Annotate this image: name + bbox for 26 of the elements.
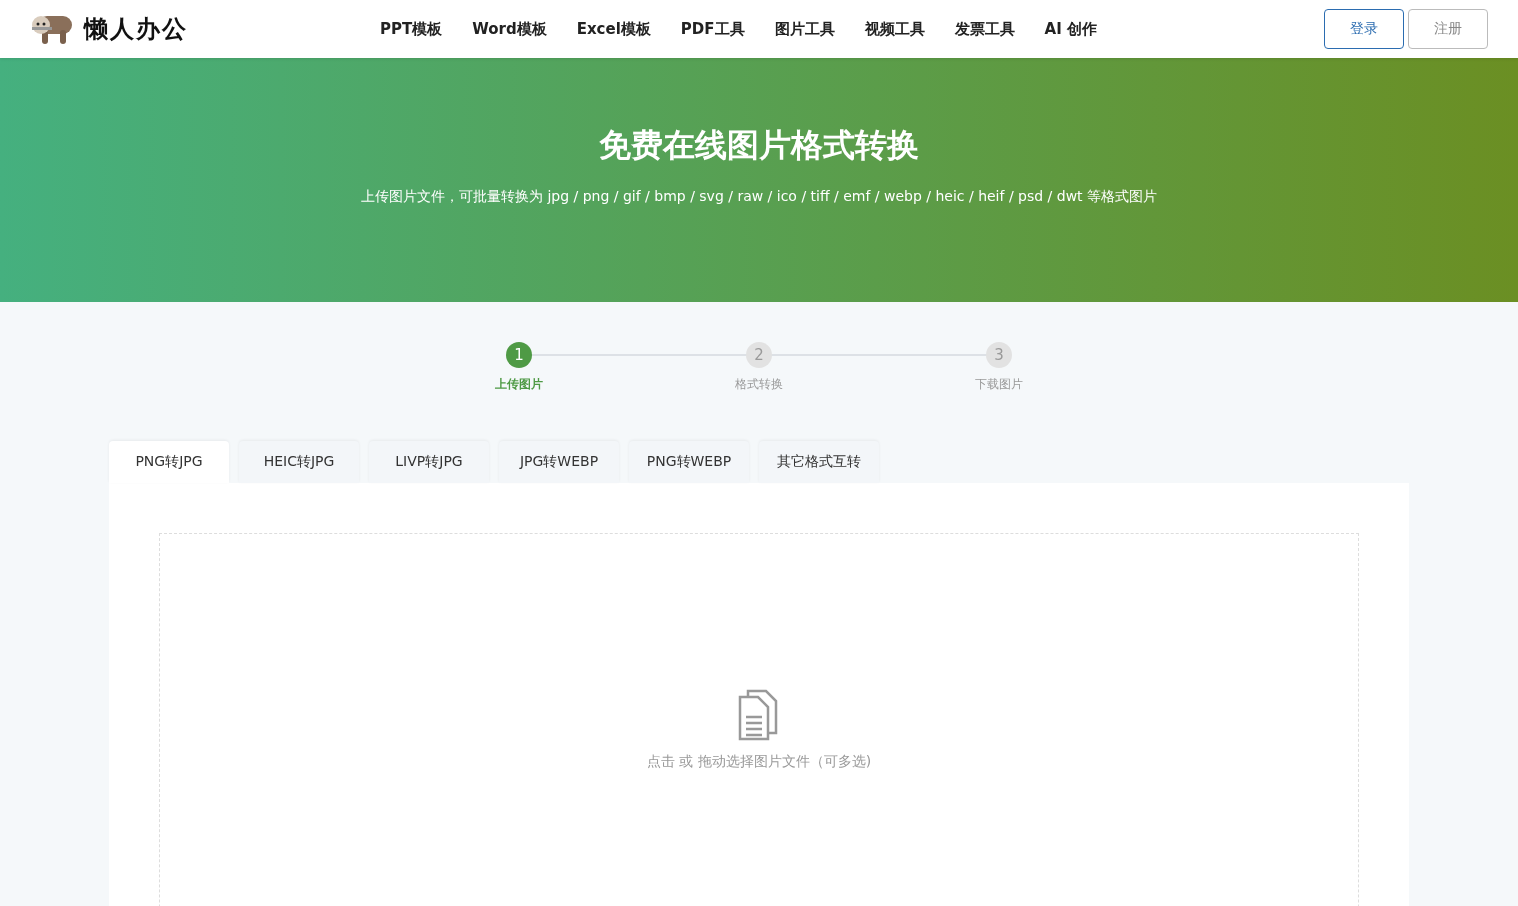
register-button[interactable]: 注册	[1408, 9, 1488, 49]
step-label: 格式转换	[735, 376, 783, 393]
step-label: 下载图片	[975, 376, 1023, 393]
hero-subtitle: 上传图片文件，可批量转换为 jpg / png / gif / bmp / svg / raw / ico / tiff / emf / webp / heic / heif / psd / dwt 等格式图片	[360, 188, 1158, 206]
tab[interactable]: PNG转JPG	[109, 441, 229, 483]
upload-hint: 点击 或 拖动选择图片文件（可多选)	[646, 753, 872, 771]
tab[interactable]: LIVP转JPG	[369, 441, 489, 483]
tab[interactable]: HEIC转JPG	[239, 441, 359, 483]
step-number: 2	[746, 342, 772, 368]
tab[interactable]: 其它格式互转	[759, 441, 879, 483]
tab[interactable]: JPG转WEBP	[499, 441, 619, 483]
nav-link[interactable]: Word模板	[472, 19, 547, 39]
nav-link[interactable]: AI 创作	[1044, 19, 1097, 39]
hero-title: 免费在线图片格式转换	[599, 125, 919, 166]
nav-link[interactable]: PPT模板	[380, 19, 443, 39]
logo-text[interactable]: 懒人办公	[84, 13, 188, 45]
step-number: 1	[506, 342, 532, 368]
tab[interactable]: PNG转WEBP	[629, 441, 749, 483]
nav-link[interactable]: 视频工具	[864, 19, 925, 39]
nav-link[interactable]: Excel模板	[576, 19, 651, 39]
step-label: 上传图片	[495, 376, 543, 393]
nav-link[interactable]: PDF工具	[680, 19, 745, 39]
nav-link[interactable]: 发票工具	[954, 19, 1015, 39]
nav-link[interactable]: 图片工具	[774, 19, 835, 39]
login-button[interactable]: 登录	[1324, 9, 1404, 49]
step-number: 3	[986, 342, 1012, 368]
